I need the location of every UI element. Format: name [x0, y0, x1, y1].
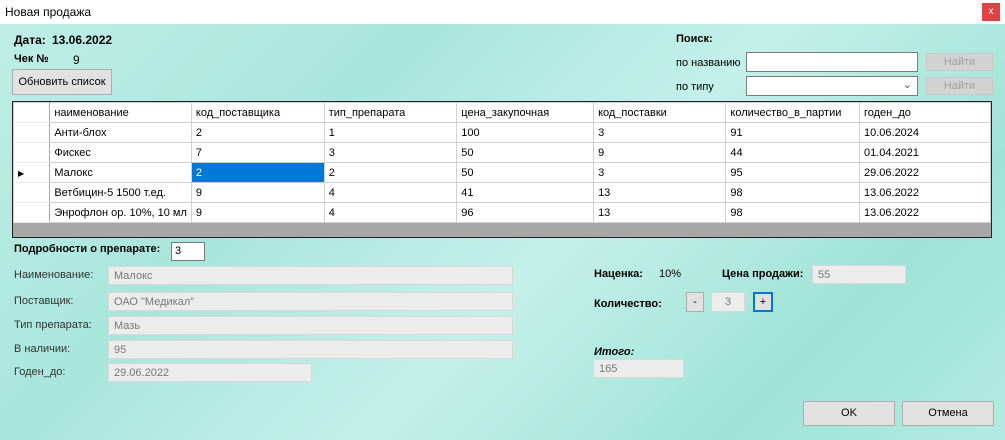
close-button[interactable]: x	[982, 3, 1000, 21]
table-cell[interactable]: Анти-блох	[49, 122, 192, 143]
table-cell[interactable]: 7	[190, 142, 325, 163]
table-cell[interactable]: 10.06.2024	[858, 122, 992, 143]
search-by-type-select[interactable]: ⌄	[746, 76, 918, 96]
detail-label: Годен_до:	[14, 366, 66, 378]
table-cell[interactable]: 98	[725, 202, 860, 223]
table-cell[interactable]: Фискес	[49, 142, 192, 163]
corner-cell	[12, 102, 51, 123]
column-header[interactable]: количество_в_партии	[725, 102, 860, 123]
markup-value: 10%	[659, 268, 682, 280]
table-cell[interactable]: 29.06.2022	[858, 162, 992, 183]
detail-label: Поставщик:	[14, 295, 74, 307]
detail-field: 95	[108, 340, 513, 359]
ok-button[interactable]: OK	[803, 401, 895, 426]
find-by-type-button[interactable]: Найти	[926, 77, 993, 95]
table-cell[interactable]: 13.06.2022	[858, 202, 992, 223]
table-cell[interactable]: 01.04.2021	[858, 142, 992, 163]
table-cell[interactable]: 2	[190, 122, 325, 143]
detail-field: ОАО "Медикал"	[108, 292, 513, 311]
chevron-down-icon: ⌄	[902, 79, 912, 91]
table-cell[interactable]: 1	[323, 122, 458, 143]
products-grid[interactable]: наименование код_поставщика тип_препарата ц…	[12, 101, 992, 238]
date-value: 13.06.2022	[52, 33, 113, 47]
table-cell[interactable]: 3	[323, 142, 458, 163]
quantity-field: 3	[711, 292, 745, 312]
table-cell[interactable]: Энрофлон ор. 10%, 10 мл	[49, 202, 192, 223]
table-row[interactable]: Ветбицин-5 1500 т.ед. 9 4 41 13 98 13.06.2022	[12, 182, 992, 203]
products-table: наименование код_поставщика тип_препарата ц…	[12, 102, 992, 223]
cancel-button[interactable]: Отмена	[902, 401, 994, 426]
table-cell[interactable]: 50	[456, 142, 595, 163]
sale-price-label: Цена продажи:	[722, 268, 804, 280]
table-cell[interactable]: 91	[725, 122, 860, 143]
table-cell[interactable]: 4	[323, 182, 458, 203]
quantity-label: Количество:	[594, 298, 662, 310]
column-header[interactable]: цена_закупочная	[456, 102, 595, 123]
table-cell[interactable]: 95	[725, 162, 860, 183]
date-label: Дата:	[14, 33, 46, 47]
table-cell[interactable]: 98	[725, 182, 860, 203]
table-cell[interactable]: 3	[593, 122, 727, 143]
table-cell[interactable]: Малокс	[49, 162, 192, 183]
table-row[interactable]: ▶ Малокс 2 2 50 3 95 29.06.2022	[12, 162, 992, 183]
search-by-name-input[interactable]	[746, 52, 918, 72]
refresh-list-button[interactable]: Обновить список	[12, 69, 112, 95]
table-cell[interactable]: 41	[456, 182, 595, 203]
table-cell[interactable]: 50	[456, 162, 595, 183]
window-title: Новая продажа	[5, 5, 92, 19]
details-title: Подробности о препарате:	[14, 243, 161, 255]
table-cell[interactable]: 2	[190, 162, 325, 183]
table-cell[interactable]: 4	[323, 202, 458, 223]
detail-field: Малокс	[108, 266, 513, 285]
search-title: Поиск:	[676, 33, 713, 45]
sale-price-field: 55	[812, 265, 906, 284]
table-cell[interactable]: 13.06.2022	[858, 182, 992, 203]
title-bar: Новая продажа x	[0, 0, 1005, 24]
column-header[interactable]: код_поставки	[593, 102, 727, 123]
table-cell[interactable]: 9	[190, 182, 325, 203]
column-header[interactable]: код_поставщика	[190, 102, 325, 123]
table-cell[interactable]: 9	[593, 142, 727, 163]
table-cell[interactable]: 13	[593, 182, 727, 203]
detail-label: Тип препарата:	[14, 319, 92, 331]
detail-label: Наименование:	[14, 269, 94, 281]
increase-quantity-button[interactable]: +	[753, 292, 773, 312]
row-header[interactable]	[12, 182, 51, 203]
current-row-icon: ▶	[18, 168, 25, 178]
table-cell[interactable]: 2	[323, 162, 458, 183]
decrease-quantity-button[interactable]: -	[686, 292, 704, 312]
table-cell[interactable]: 13	[593, 202, 727, 223]
total-label: Итого:	[594, 346, 635, 358]
find-by-name-button[interactable]: Найти	[926, 53, 993, 71]
check-label: Чек №	[14, 53, 49, 65]
total-field: 165	[593, 359, 684, 378]
row-header[interactable]	[12, 142, 51, 163]
check-value: 9	[73, 53, 80, 67]
table-cell[interactable]: 100	[456, 122, 595, 143]
column-header[interactable]: тип_препарата	[323, 102, 458, 123]
table-row[interactable]: Фискес 7 3 50 9 44 01.04.2021	[12, 142, 992, 163]
column-header[interactable]: годен_до	[858, 102, 992, 123]
table-row[interactable]: Анти-блох 2 1 100 3 91 10.06.2024	[12, 122, 992, 143]
row-header[interactable]	[12, 122, 51, 143]
markup-label: Наценка:	[594, 268, 643, 280]
header-row: наименование код_поставщика тип_препарата ц…	[12, 102, 992, 123]
product-id-input[interactable]: 3	[171, 242, 205, 261]
table-cell[interactable]: Ветбицин-5 1500 т.ед.	[49, 182, 192, 203]
detail-label: В наличии:	[14, 343, 71, 355]
column-header[interactable]: наименование	[49, 102, 192, 123]
table-cell[interactable]: 9	[190, 202, 325, 223]
detail-field: Мазь	[108, 316, 513, 335]
search-by-type-label: по типу	[676, 81, 714, 93]
detail-field: 29.06.2022	[108, 363, 312, 382]
row-header[interactable]: ▶	[12, 162, 51, 183]
table-row[interactable]: Энрофлон ор. 10%, 10 мл 9 4 96 13 98 13.06.202…	[12, 202, 992, 223]
row-header[interactable]	[12, 202, 51, 223]
table-cell[interactable]: 44	[725, 142, 860, 163]
table-cell[interactable]: 3	[593, 162, 727, 183]
search-by-name-label: по названию	[676, 57, 741, 69]
table-cell[interactable]: 96	[456, 202, 595, 223]
